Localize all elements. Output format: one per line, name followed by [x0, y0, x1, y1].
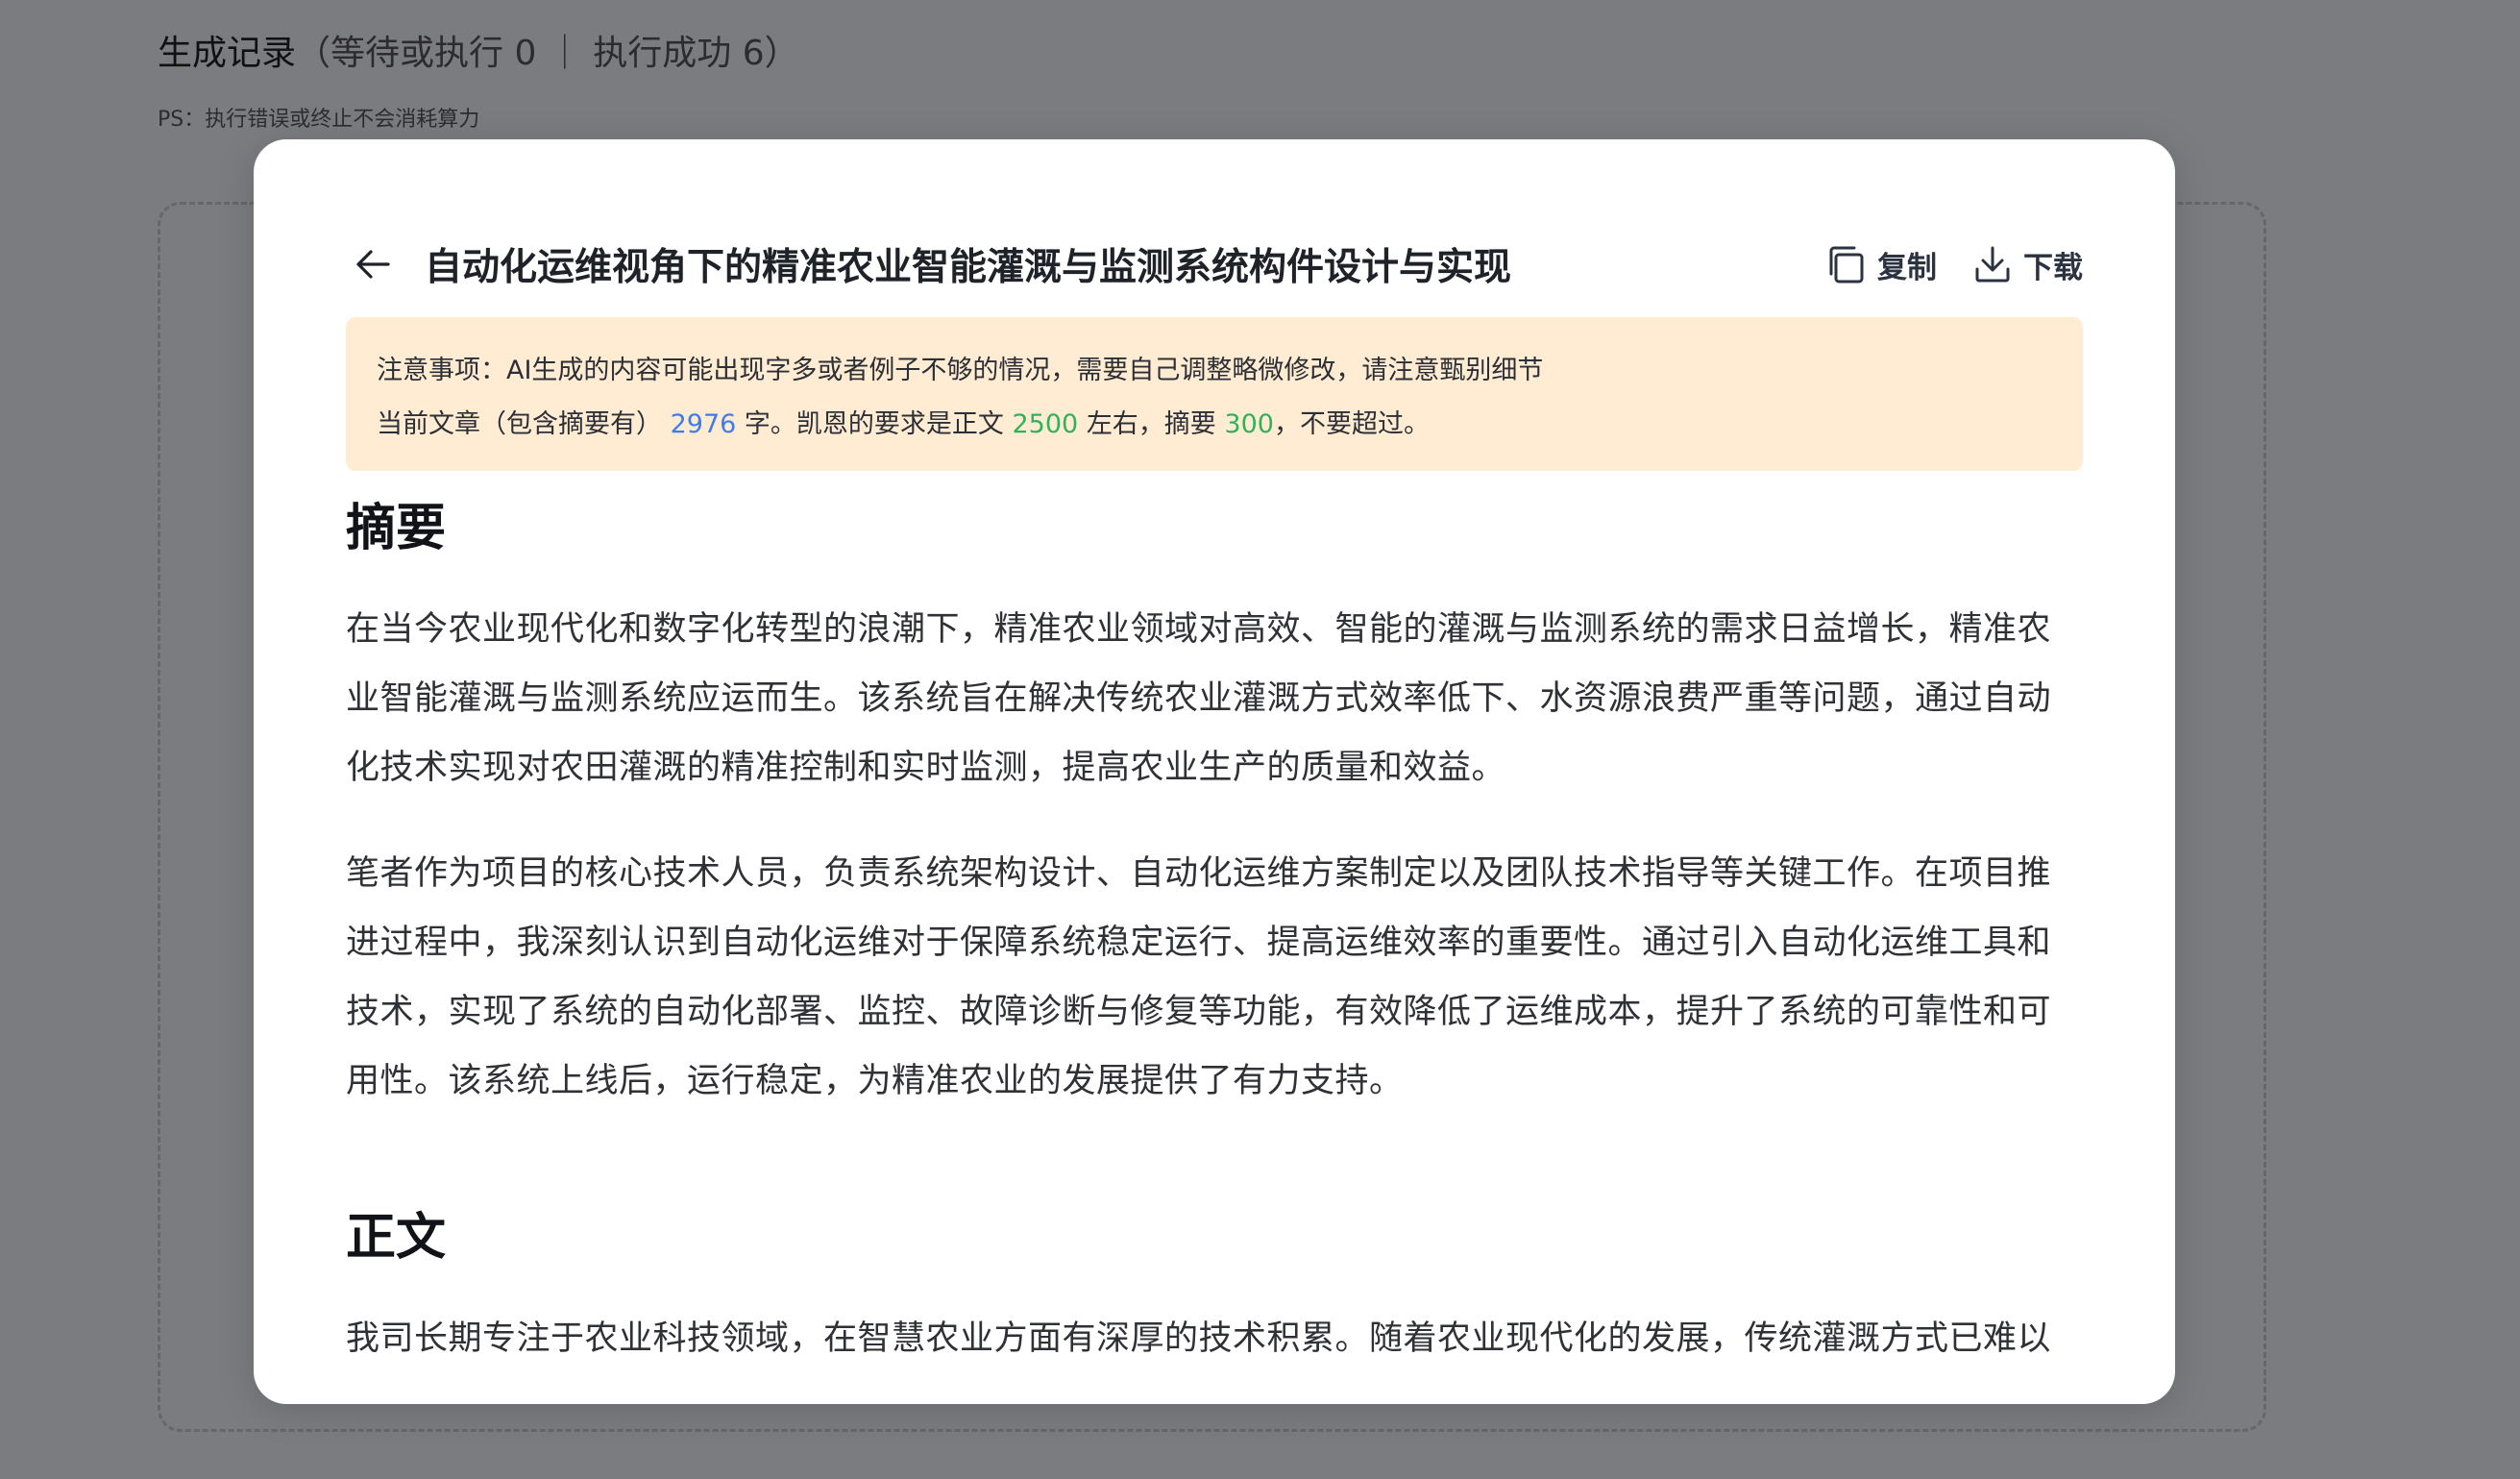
- current-word-count: 2976: [670, 409, 737, 439]
- body-word-target: 2500: [1012, 409, 1079, 439]
- notice-line-1: 注意事项：AI生成的内容可能出现字多或者例子不够的情况，需要自己调整略微修改，请…: [377, 356, 1544, 385]
- section-title-body: 正文: [346, 1209, 447, 1267]
- section-title-abstract: 摘要: [346, 500, 447, 557]
- download-icon: [1975, 246, 2010, 283]
- notice-banner: 注意事项：AI生成的内容可能出现字多或者例子不够的情况，需要自己调整略微修改，请…: [346, 317, 2083, 471]
- notice-abstract-prefix: 左右，摘要: [1086, 409, 1216, 439]
- back-button[interactable]: [346, 237, 400, 291]
- arrow-left-icon: [356, 250, 390, 279]
- copy-label: 复制: [1877, 250, 1937, 285]
- modal-header: 自动化运维视角下的精准农业智能灌溉与监测系统构件设计与实现 复制 下载: [346, 226, 2083, 303]
- billing-note: PS：执行错误或终止不会消耗算力: [158, 108, 480, 132]
- abstract-paragraph-1: 在当今农业现代化和数字化转型的浪潮下，精准农业领域对高效、智能的灌溉与监测系统的…: [346, 610, 2052, 787]
- article-preview-modal: 自动化运维视角下的精准农业智能灌溉与监测系统构件设计与实现 复制 下载 注意事项…: [254, 139, 2175, 1404]
- copy-button[interactable]: 复制: [1825, 243, 1937, 286]
- abstract-word-target: 300: [1224, 409, 1274, 439]
- page-title-text: 生成记录: [158, 34, 297, 73]
- copy-icon: [1829, 246, 1864, 283]
- header-actions: 复制 下载: [1825, 243, 2083, 286]
- job-status-counts: （等待或执行 0 ｜ 执行成功 6）: [296, 34, 799, 73]
- notice-word-count-prefix: 当前文章（包含摘要有）: [377, 409, 662, 439]
- notice-body-prefix: 字。凯恩的要求是正文: [744, 409, 1004, 439]
- page-title: 生成记录（等待或执行 0 ｜ 执行成功 6）: [158, 27, 799, 81]
- download-button[interactable]: 下载: [1973, 243, 2083, 286]
- document-title: 自动化运维视角下的精准农业智能灌溉与监测系统构件设计与实现: [425, 246, 1512, 289]
- notice-line-2: 当前文章（包含摘要有） 2976 字。凯恩的要求是正文 2500 左右，摘要 3…: [377, 398, 2052, 452]
- download-label: 下载: [2023, 250, 2083, 285]
- notice-suffix: ，不要超过。: [1273, 409, 1430, 439]
- article-content[interactable]: 摘要 在当今农业现代化和数字化转型的浪潮下，精准农业领域对高效、智能的灌溉与监测…: [346, 485, 2083, 1404]
- abstract-paragraph-2: 笔者作为项目的核心技术人员，负责系统架构设计、自动化运维方案制定以及团队技术指导…: [346, 854, 2052, 1100]
- body-paragraph-1: 我司长期专注于农业科技领域，在智慧农业方面有深厚的技术积累。随着农业现代化的发展…: [346, 1319, 2052, 1358]
